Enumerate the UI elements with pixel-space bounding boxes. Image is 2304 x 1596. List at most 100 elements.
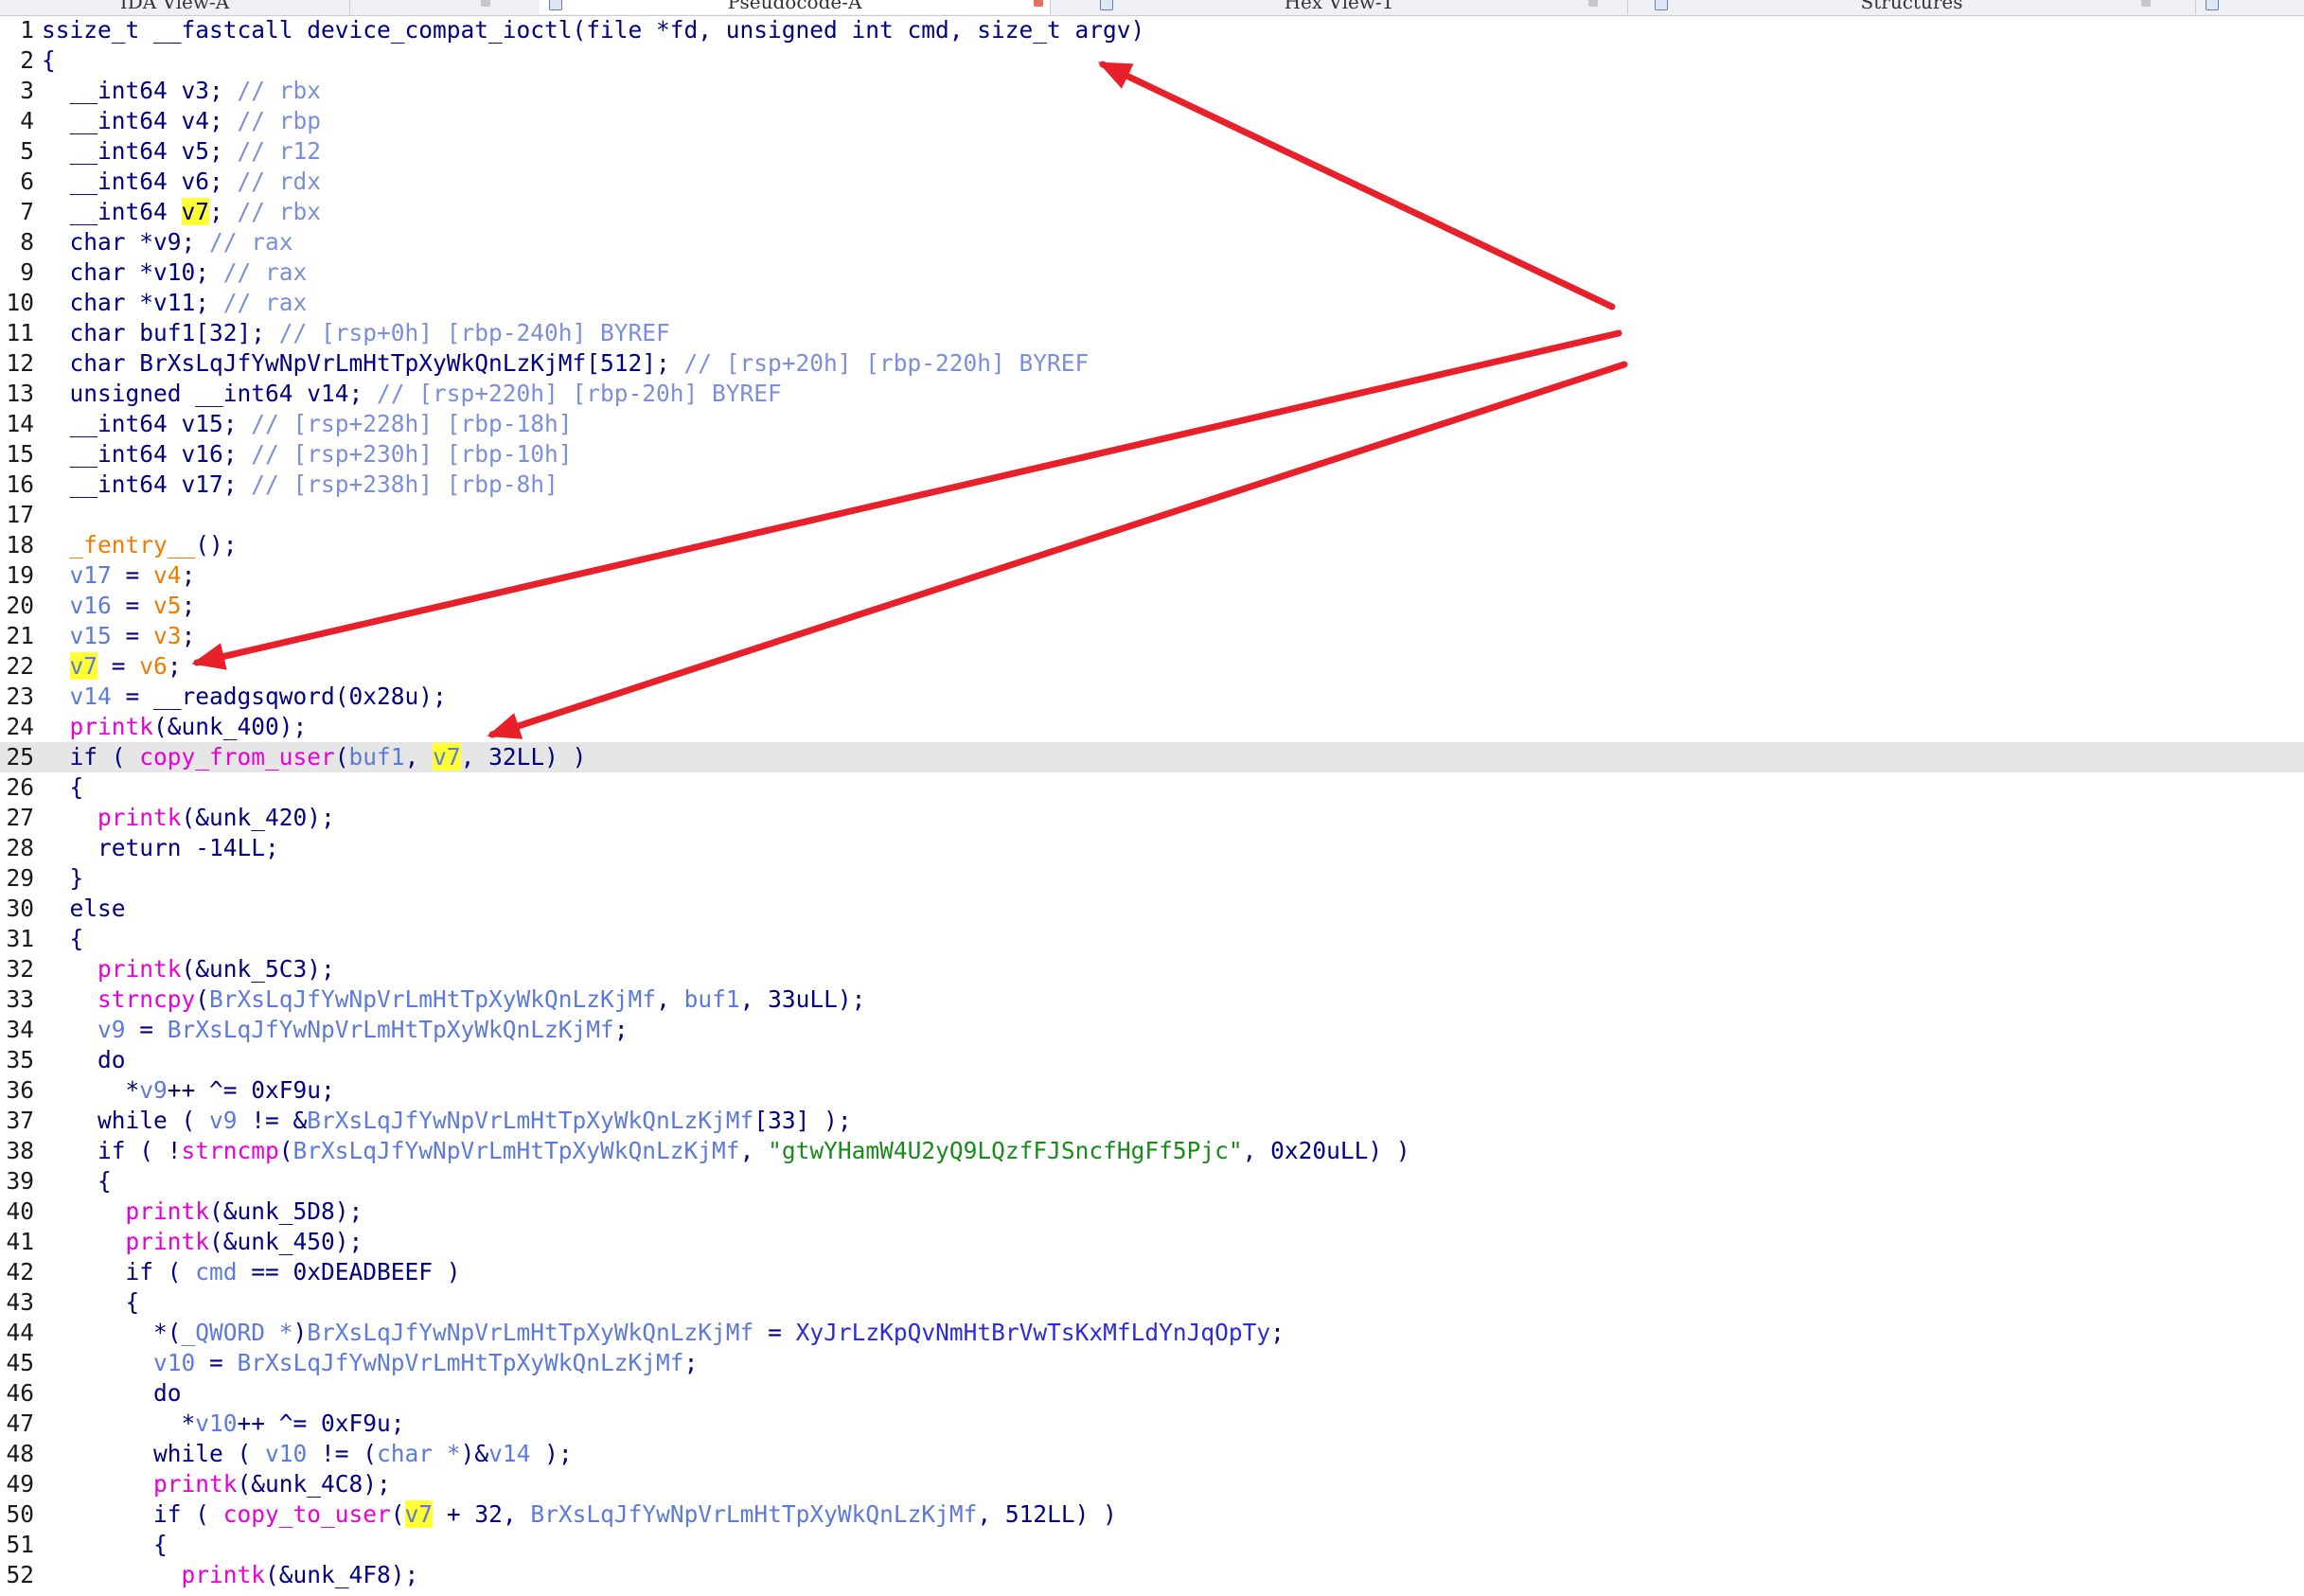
tab-hex-view-1[interactable]: Hex View-1 — [1051, 0, 1628, 14]
code-line[interactable]: 9 char *v10; // rax — [0, 257, 2304, 288]
code-line[interactable]: 51 { — [0, 1530, 2304, 1560]
code-line[interactable]: 4 __int64 v4; // rbp — [0, 106, 2304, 136]
code-token: printk — [125, 1197, 210, 1225]
code-line[interactable]: 36 *v9++ ^= 0xF9u; — [0, 1075, 2304, 1106]
code-text: __int64 v17; // [rsp+238h] [rbp-8h] — [42, 470, 558, 500]
code-text: do — [42, 1378, 182, 1409]
code-line[interactable]: 40 printk(&unk_5D8); — [0, 1197, 2304, 1227]
code-line[interactable]: 28 return -14LL; — [0, 833, 2304, 863]
code-token: [33] ); — [753, 1107, 852, 1134]
code-token: // r12 — [237, 137, 322, 165]
code-line[interactable]: 32 printk(&unk_5C3); — [0, 954, 2304, 984]
code-line[interactable]: 12 char BrXsLqJfYwNpVrLmHtTpXyWkQnLzKjMf… — [0, 348, 2304, 379]
close-icon[interactable] — [1034, 0, 1043, 7]
code-line[interactable]: 22 v7 = v6; — [0, 651, 2304, 682]
tab-label: Hex View-1 — [1284, 0, 1394, 13]
code-line[interactable]: 26 { — [0, 772, 2304, 803]
code-line[interactable]: 48 while ( v10 != (char *)&v14 ); — [0, 1439, 2304, 1469]
code-line[interactable]: 35 do — [0, 1045, 2304, 1075]
code-line[interactable]: 10 char *v11; // rax — [0, 288, 2304, 318]
code-line[interactable]: 47 *v10++ ^= 0xF9u; — [0, 1409, 2304, 1439]
line-number: 34 — [6, 1016, 34, 1043]
close-icon[interactable] — [1588, 0, 1598, 7]
highlighted-identifier[interactable]: v7 — [404, 1500, 434, 1528]
code-line[interactable]: 30 else — [0, 894, 2304, 924]
code-text: char BrXsLqJfYwNpVrLmHtTpXyWkQnLzKjMf[51… — [42, 348, 1090, 379]
line-number: 5 — [20, 137, 34, 165]
code-line[interactable]: 13 unsigned __int64 v14; // [rsp+220h] [… — [0, 379, 2304, 409]
code-line[interactable]: 7 __int64 v7; // rbx — [0, 197, 2304, 227]
code-line[interactable]: 43 { — [0, 1287, 2304, 1318]
code-line[interactable]: 18 _fentry__(); — [0, 530, 2304, 560]
code-line[interactable]: 33 strncpy(BrXsLqJfYwNpVrLmHtTpXyWkQnLzK… — [0, 984, 2304, 1015]
tab-structures[interactable]: Structures — [1628, 0, 2196, 14]
code-line[interactable]: 3 __int64 v3; // rbx — [0, 76, 2304, 106]
code-line[interactable]: 37 while ( v9 != &BrXsLqJfYwNpVrLmHtTpXy… — [0, 1106, 2304, 1136]
code-token: // [rsp+228h] [rbp-18h] — [251, 410, 573, 437]
code-line[interactable]: 8 char *v9; // rax — [0, 227, 2304, 257]
tab-ida-view-a[interactable]: IDA View-A — [0, 0, 490, 14]
code-token: , 32LL) ) — [460, 743, 587, 771]
line-number: 21 — [6, 622, 34, 649]
code-token: char *v11; — [42, 289, 223, 316]
code-line[interactable]: 2{ — [0, 45, 2304, 76]
line-number: 52 — [6, 1561, 34, 1588]
line-number: 23 — [6, 683, 34, 710]
code-line[interactable]: 1 ssize_t __fastcall device_compat_ioctl(… — [0, 15, 2304, 45]
code-text: *(_QWORD *)BrXsLqJfYwNpVrLmHtTpXyWkQnLzK… — [42, 1318, 1285, 1348]
code-line[interactable]: 46 do — [0, 1378, 2304, 1409]
code-line[interactable]: 42 if ( cmd == 0xDEADBEEF ) — [0, 1257, 2304, 1287]
code-text: unsigned __int64 v14; // [rsp+220h] [rbp… — [42, 379, 782, 409]
code-line[interactable]: 52 printk(&unk_4F8); — [0, 1560, 2304, 1590]
close-icon[interactable] — [481, 0, 490, 7]
code-line[interactable]: 39 { — [0, 1166, 2304, 1197]
code-text: printk(&unk_4C8); — [42, 1469, 391, 1499]
line-number: 41 — [6, 1228, 34, 1255]
code-token: ( — [390, 1500, 405, 1528]
code-line[interactable]: 16 __int64 v17; // [rsp+238h] [rbp-8h] — [0, 470, 2304, 500]
code-token: // rax — [222, 289, 308, 316]
code-token: BrXsLqJfYwNpVrLmHtTpXyWkQnLzKjMf — [292, 1137, 740, 1164]
code-line[interactable]: 5 __int64 v5; // r12 — [0, 136, 2304, 167]
code-line[interactable]: 49 printk(&unk_4C8); — [0, 1469, 2304, 1499]
highlighted-identifier[interactable]: v7 — [69, 652, 98, 680]
code-line[interactable]: 27 printk(&unk_420); — [0, 803, 2304, 833]
highlighted-identifier[interactable]: v7 — [181, 198, 210, 225]
code-line[interactable]: 11 char buf1[32]; // [rsp+0h] [rbp-240h]… — [0, 318, 2304, 348]
code-line[interactable]: 34 v9 = BrXsLqJfYwNpVrLmHtTpXyWkQnLzKjMf… — [0, 1015, 2304, 1045]
code-token: ); — [530, 1440, 573, 1467]
code-line[interactable]: 24 printk(&unk_400); — [0, 712, 2304, 742]
code-line[interactable]: 21 v15 = v3; — [0, 621, 2304, 651]
code-token: char * — [377, 1440, 461, 1467]
line-number: 13 — [6, 380, 34, 407]
code-line[interactable]: 44 *(_QWORD *)BrXsLqJfYwNpVrLmHtTpXyWkQn… — [0, 1318, 2304, 1348]
code-line[interactable]: 23 v14 = __readgsqword(0x28u); — [0, 682, 2304, 712]
code-text: while ( v9 != &BrXsLqJfYwNpVrLmHtTpXyWkQ… — [42, 1106, 852, 1136]
code-line[interactable]: 45 v10 = BrXsLqJfYwNpVrLmHtTpXyWkQnLzKjM… — [0, 1348, 2304, 1378]
line-number: 18 — [6, 531, 34, 559]
code-line[interactable]: 41 printk(&unk_450); — [0, 1227, 2304, 1257]
code-line[interactable]: 25 if ( copy_from_user(buf1, v7, 32LL) ) — [0, 742, 2304, 772]
tab-next[interactable] — [2196, 0, 2304, 14]
tab-pseudocode-a[interactable]: Pseudocode-A — [540, 0, 1051, 14]
code-token: return -14LL; — [42, 834, 279, 861]
code-line[interactable]: 15 __int64 v16; // [rsp+230h] [rbp-10h] — [0, 439, 2304, 470]
code-line[interactable]: 38 if ( !strncmp(BrXsLqJfYwNpVrLmHtTpXyW… — [0, 1136, 2304, 1166]
pseudocode-view[interactable]: 1 ssize_t __fastcall device_compat_ioctl(… — [0, 15, 2304, 1596]
code-line[interactable]: 20 v16 = v5; — [0, 591, 2304, 621]
code-line[interactable]: 50 if ( copy_to_user(v7 + 32, BrXsLqJfYw… — [0, 1499, 2304, 1530]
code-line[interactable]: 14 __int64 v15; // [rsp+228h] [rbp-18h] — [0, 409, 2304, 439]
code-token: char *v9; — [42, 228, 210, 256]
code-line[interactable]: 31 { — [0, 924, 2304, 954]
code-token: XyJrLzKpQvNmHtBrVwTsKxMfLdYnJqOpTy — [795, 1319, 1271, 1346]
highlighted-identifier[interactable]: v7 — [433, 743, 461, 771]
code-token: ++ ^= 0xF9u; — [237, 1410, 405, 1437]
close-icon[interactable] — [2141, 0, 2151, 7]
code-line[interactable]: 29 } — [0, 863, 2304, 894]
code-line[interactable]: 19 v17 = v4; — [0, 560, 2304, 591]
code-token: if ( — [42, 743, 140, 771]
code-line[interactable]: 17 — [0, 500, 2304, 530]
line-number: 39 — [6, 1167, 34, 1195]
code-line[interactable]: 6 __int64 v6; // rdx — [0, 167, 2304, 197]
